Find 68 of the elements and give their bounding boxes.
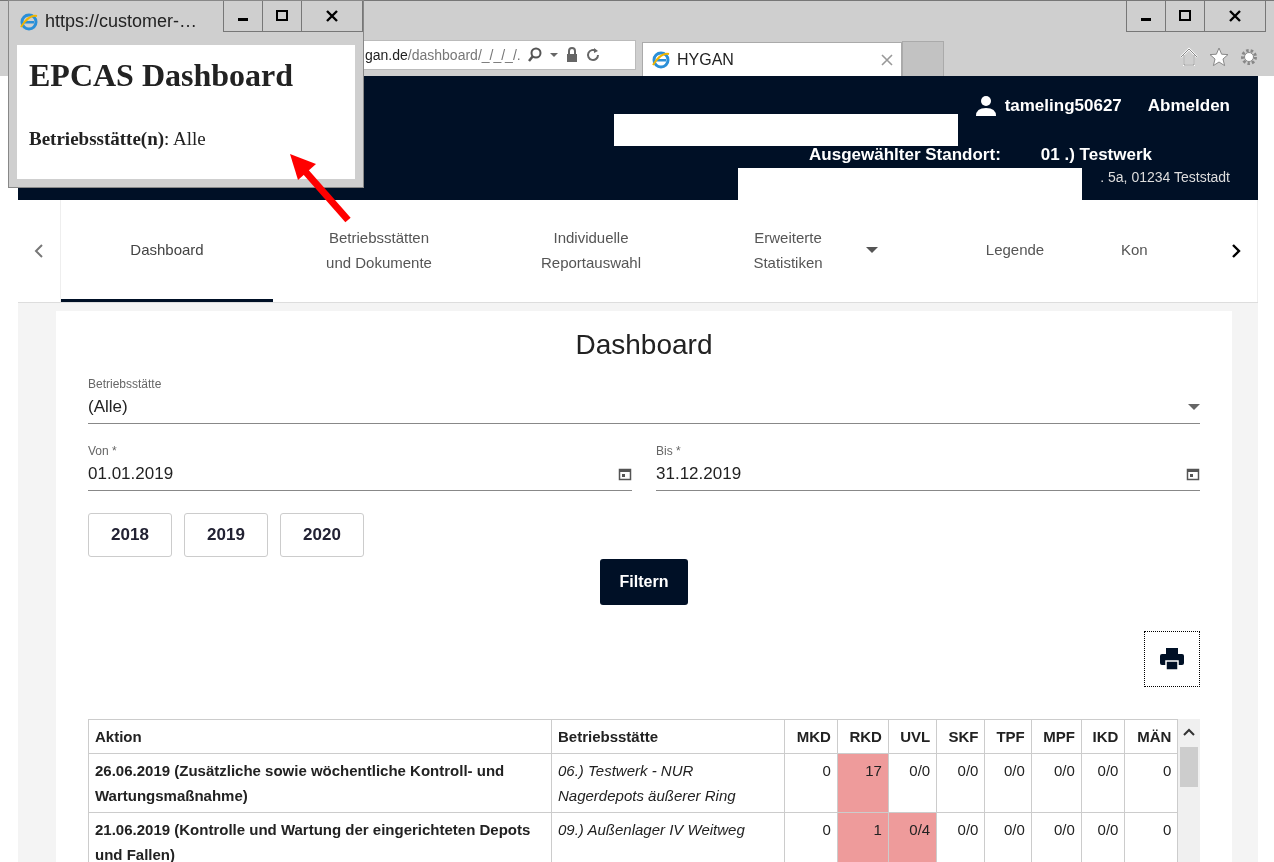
settings-icon[interactable]: [1238, 46, 1260, 68]
year-button[interactable]: 2019: [184, 513, 268, 557]
search-icon[interactable]: [526, 47, 543, 63]
column-header: SKF: [936, 719, 985, 754]
column-header: MÄN: [1124, 719, 1178, 754]
table-cell: 0/0: [936, 753, 985, 813]
nav-tab[interactable]: Betriebsstätten und Dokumente: [273, 200, 485, 302]
year-button[interactable]: 2018: [88, 513, 172, 557]
username: tameling50627: [1004, 96, 1122, 116]
logout-link[interactable]: Abmelden: [1147, 96, 1230, 116]
date-field[interactable]: Bis * 31.12.2019: [656, 444, 1200, 491]
column-header: UVL: [888, 719, 937, 754]
location-label: Ausgewählter Standort:: [809, 145, 1001, 165]
table-cell: 17: [837, 753, 889, 813]
scrollbar[interactable]: [1178, 719, 1200, 862]
column-header: IKD: [1081, 719, 1125, 754]
maximize-icon[interactable]: [1178, 9, 1192, 23]
table-cell: 1: [837, 812, 889, 862]
popup-heading: EPCAS Dashboard: [29, 56, 295, 94]
scrollbar-thumb[interactable]: [1180, 747, 1199, 787]
nav-tab[interactable]: Legende: [909, 200, 1121, 302]
table-cell: 0: [1124, 753, 1178, 813]
page-title: Dashboard: [574, 329, 714, 361]
location-address: . 5a, 01234 Teststadt: [1100, 169, 1230, 185]
caret-icon[interactable]: [1188, 403, 1200, 411]
calendar-icon[interactable]: [1186, 467, 1200, 481]
chevron-left-icon[interactable]: [33, 242, 45, 260]
print-icon[interactable]: [1159, 647, 1185, 671]
home-icon[interactable]: [1178, 46, 1200, 68]
table-cell: 0/0: [984, 753, 1032, 813]
table-cell: 0: [784, 753, 838, 813]
nav-tab[interactable]: Kon: [1121, 200, 1215, 302]
column-header: Betriebsstätte: [551, 719, 785, 754]
lock-icon: [564, 47, 579, 63]
calendar-icon[interactable]: [618, 467, 632, 481]
browser-logo-icon: [19, 11, 39, 32]
refresh-icon[interactable]: [584, 47, 601, 63]
site-select[interactable]: Betriebsstätte (Alle): [88, 377, 1200, 424]
table-cell: 06.) Testwerk - NUR Nagerdepots äußerer Ring: [551, 753, 785, 813]
caret-icon[interactable]: [866, 245, 878, 254]
filter-button[interactable]: Filtern: [599, 559, 689, 605]
popup-title: https://customer-…: [9, 1, 223, 32]
table-cell: 0/0: [1031, 753, 1082, 813]
chevron-right-icon[interactable]: [1230, 242, 1242, 260]
table-cell: 0/0: [888, 753, 937, 813]
column-header: TPF: [984, 719, 1032, 754]
user-icon: [974, 95, 997, 117]
close-icon[interactable]: [325, 9, 339, 23]
nav-tab[interactable]: Individuelle Reportauswahl: [485, 200, 697, 302]
nav-tab[interactable]: Erweiterte Statistiken: [697, 200, 909, 302]
location-name: 01 .) Testwerk: [1040, 145, 1152, 165]
browser-tab[interactable]: HYGAN: [642, 42, 902, 76]
maximize-icon[interactable]: [275, 9, 289, 23]
table-cell: 26.06.2019 (Zusätzliche sowie wöchentliche Kontroll- und Wartungsmaßnahme): [88, 753, 552, 813]
close-icon[interactable]: [1228, 9, 1242, 23]
star-icon[interactable]: [1208, 46, 1230, 68]
column-header: MPF: [1031, 719, 1082, 754]
column-header: MKD: [784, 719, 838, 754]
year-button[interactable]: 2020: [280, 513, 364, 557]
table-cell: 0/0: [1081, 753, 1125, 813]
popup-filter-text: Betriebsstätte(n): Alle: [29, 128, 207, 150]
nav-tab[interactable]: Dashboard: [61, 200, 273, 302]
date-field[interactable]: Von * 01.01.2019: [88, 444, 632, 491]
column-header: RKD: [837, 719, 889, 754]
browser-logo-icon: [651, 49, 671, 70]
print-button[interactable]: [1144, 631, 1200, 687]
table-cell: 0/4: [888, 812, 937, 862]
column-header: Aktion: [88, 719, 552, 754]
